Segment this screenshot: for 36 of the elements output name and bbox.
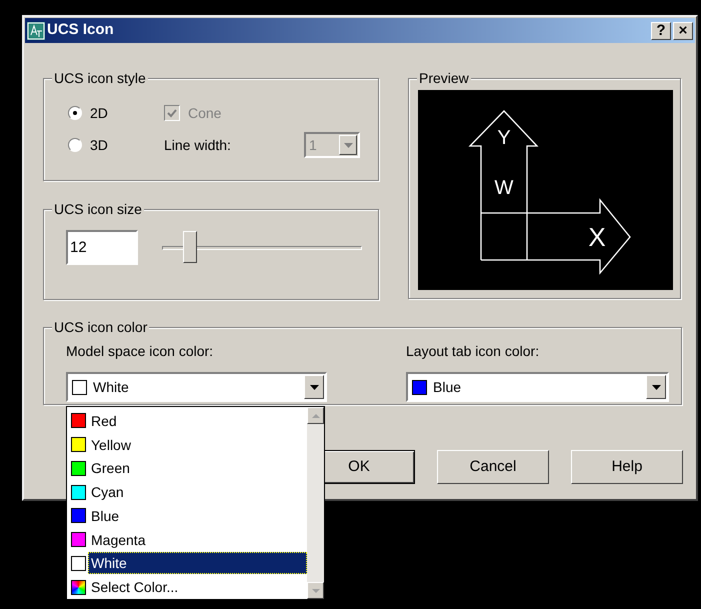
list-item[interactable]: Blue (88, 504, 122, 527)
window-title: UCS Icon (47, 20, 114, 40)
checkmark-icon (167, 108, 177, 118)
radio-label: 2D (90, 104, 108, 122)
model-space-label: Model space icon color: (66, 342, 214, 361)
radio-label: 3D (90, 136, 108, 154)
dialog-button[interactable]: Help (571, 450, 683, 484)
selected-color-text: White (93, 378, 129, 396)
dialog-button[interactable]: Cancel (437, 450, 549, 484)
selected-color-text: Blue (433, 378, 462, 396)
list-item[interactable]: Magenta (88, 528, 148, 551)
scroll-down-button[interactable] (307, 582, 324, 599)
list-item[interactable]: Cyan (88, 481, 127, 504)
size-input-field[interactable]: 12 (66, 230, 138, 265)
list-item[interactable]: Red (88, 410, 120, 432)
layout-tab-label: Layout tab icon color: (406, 342, 540, 361)
layout-tab-color-dropdown[interactable]: Blue (406, 372, 669, 402)
radio-button[interactable] (68, 138, 82, 152)
list-item[interactable]: White (88, 552, 307, 574)
up-arrow-icon (312, 414, 320, 418)
scroll-up-button[interactable] (307, 407, 324, 424)
app-icon (27, 22, 45, 40)
list-item[interactable]: Yellow (88, 434, 134, 456)
list-item[interactable]: Select Color... (88, 576, 182, 598)
checkbox-label: Cone (188, 104, 222, 122)
scrollbar[interactable] (307, 407, 324, 599)
line-width-label: Line width: (164, 136, 232, 154)
slider-thumb[interactable] (183, 230, 198, 262)
list-item[interactable]: Green (88, 457, 133, 480)
close-button[interactable]: × (673, 22, 693, 40)
down-arrow-icon (312, 588, 320, 592)
help-button[interactable]: ? (651, 22, 671, 40)
axis-drawing: Y W X (418, 90, 673, 290)
color-palette-icon (71, 580, 86, 595)
model-space-color-dropdown[interactable]: White (66, 372, 327, 402)
radio-button[interactable] (68, 106, 82, 120)
